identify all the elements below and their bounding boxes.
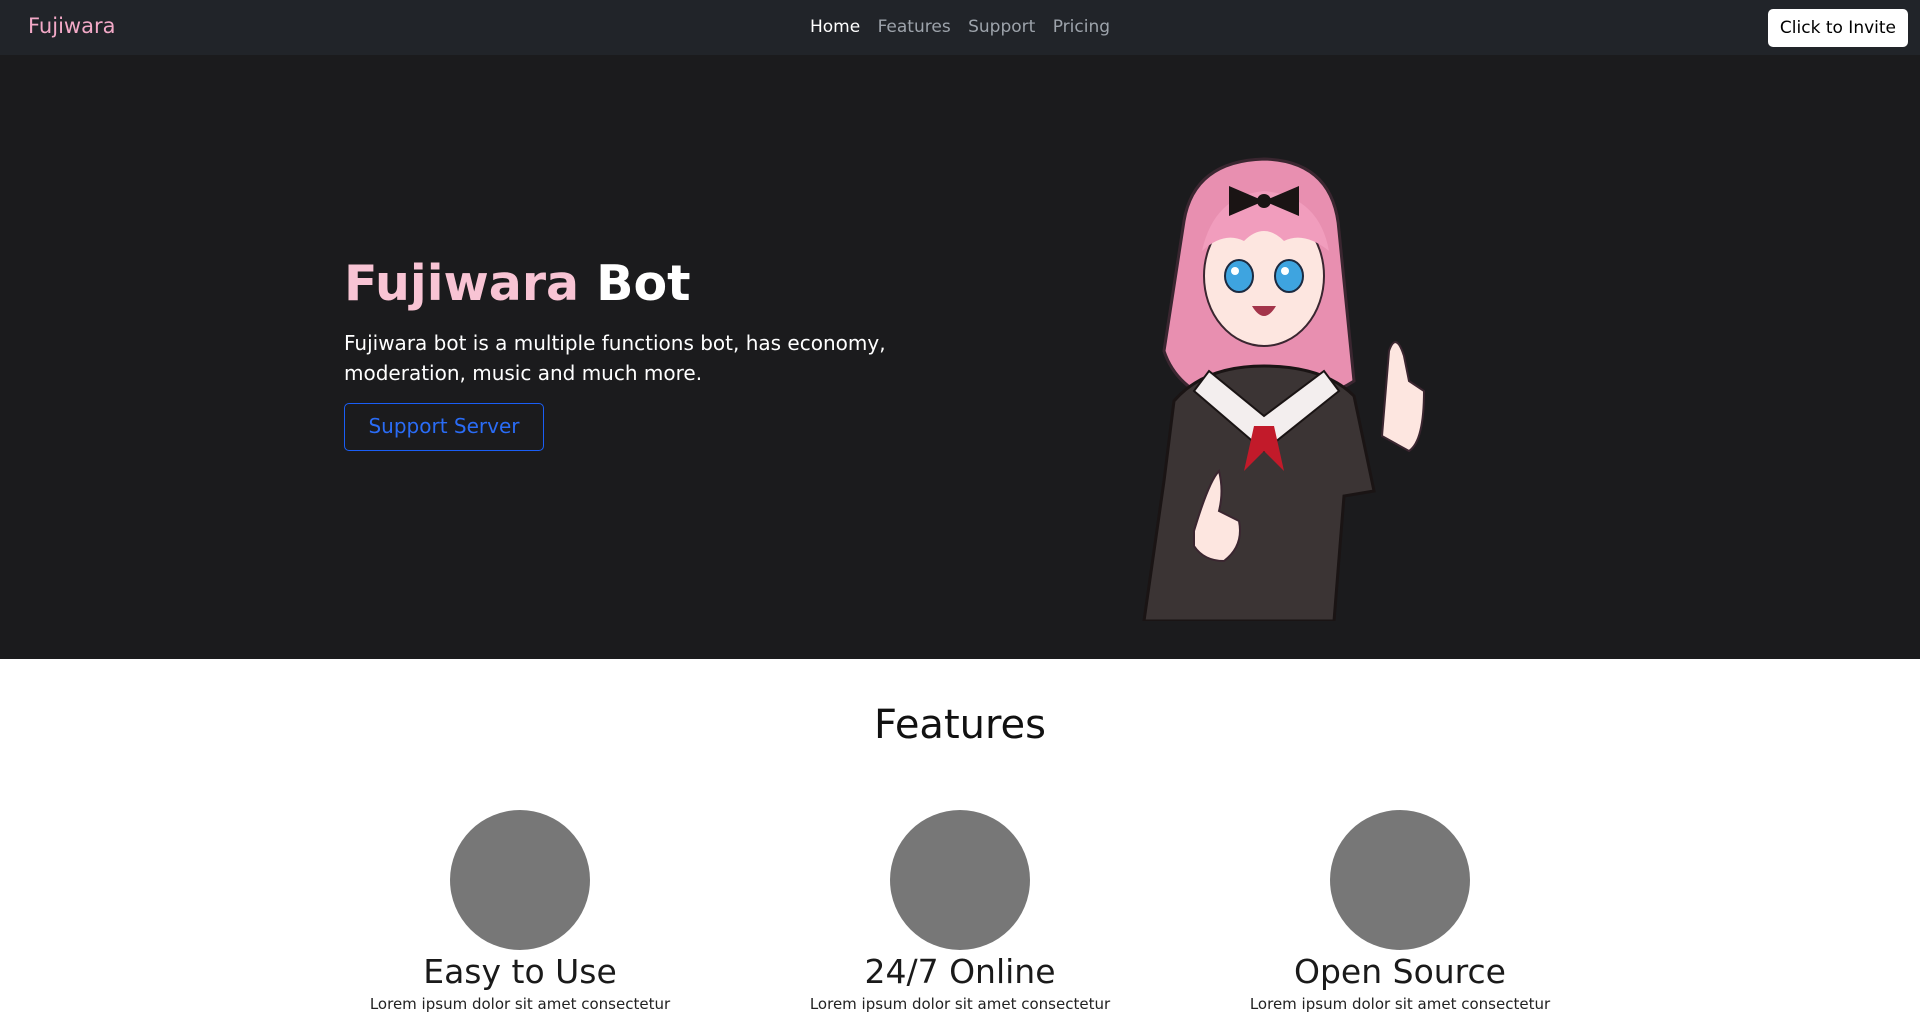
- anime-character-image: [1142, 157, 1426, 621]
- nav-link-features[interactable]: Features: [878, 17, 951, 37]
- feature-24-7-online: 24/7 Online Lorem ipsum dolor sit amet c…: [760, 810, 1160, 1013]
- feature-easy-to-use: Easy to Use Lorem ipsum dolor sit amet c…: [320, 810, 720, 1013]
- nav-link-pricing[interactable]: Pricing: [1053, 17, 1110, 37]
- navbar: Fujiwara Home Features Support Pricing C…: [0, 0, 1920, 55]
- feature-title: Easy to Use: [423, 952, 617, 991]
- feature-icon-placeholder: [1330, 810, 1470, 950]
- hero-title: Fujiwara Bot: [344, 255, 691, 312]
- invite-button[interactable]: Click to Invite: [1767, 9, 1908, 47]
- feature-icon-placeholder: [450, 810, 590, 950]
- feature-text: Lorem ipsum dolor sit amet consectetur: [369, 995, 671, 1013]
- feature-text: Lorem ipsum dolor sit amet consectetur: [1249, 995, 1551, 1013]
- hero-description: Fujiwara bot is a multiple functions bot…: [344, 331, 886, 385]
- support-server-button[interactable]: Support Server: [344, 403, 544, 451]
- nav-links: Home Features Support Pricing: [0, 17, 1920, 37]
- hero-title-bot: Bot: [596, 255, 691, 312]
- hero-title-brand: Fujiwara: [344, 255, 580, 312]
- feature-title: Open Source: [1294, 952, 1506, 991]
- feature-icon-placeholder: [890, 810, 1030, 950]
- nav-link-support[interactable]: Support: [968, 17, 1035, 37]
- nav-link-home[interactable]: Home: [810, 17, 860, 37]
- feature-open-source: Open Source Lorem ipsum dolor sit amet c…: [1200, 810, 1600, 1013]
- hero-section: Fujiwara Bot Fujiwara bot is a multiple …: [0, 55, 1920, 659]
- feature-text: Lorem ipsum dolor sit amet consectetur: [809, 995, 1111, 1013]
- features-title: Features: [874, 702, 1046, 748]
- feature-title: 24/7 Online: [864, 952, 1056, 991]
